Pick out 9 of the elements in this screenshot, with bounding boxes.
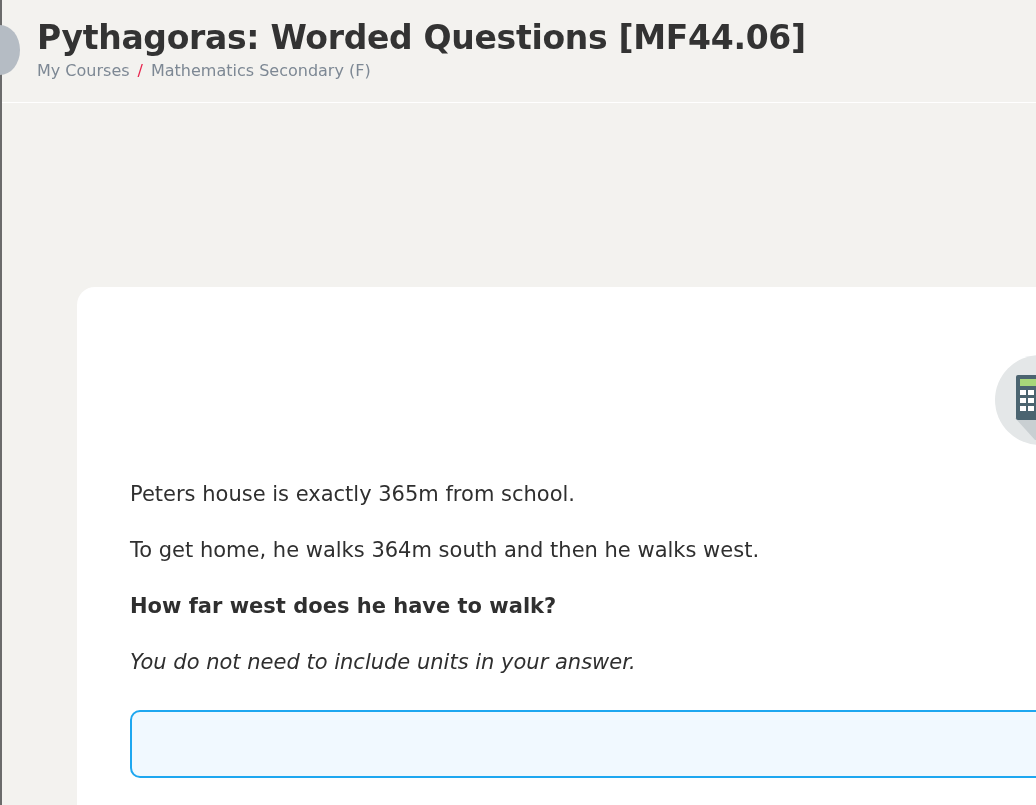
page-title: Pythagoras: Worded Questions [MF44.06] — [37, 17, 807, 59]
breadcrumb-link[interactable]: Mathematics Secondary (F) — [150, 61, 371, 80]
answer-field[interactable] — [130, 710, 1036, 778]
question-text: How far west does he have to walk? — [130, 593, 558, 620]
question-text: Peters house is exactly 365m from school. — [130, 481, 577, 508]
breadcrumb-link[interactable]: My Courses — [37, 61, 130, 80]
breadcrumb-separator: / — [137, 61, 143, 80]
question-text: To get home, he walks 364m south and then he walks west. — [130, 537, 761, 564]
question-text: You do not need to include units in your answer. — [130, 649, 637, 676]
